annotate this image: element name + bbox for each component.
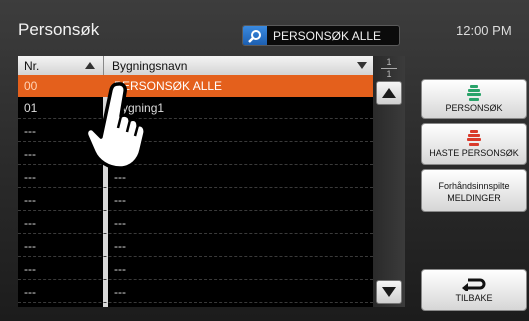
table-row[interactable]: --- --- — [18, 120, 373, 142]
sort-up-icon[interactable] — [85, 62, 95, 69]
row-name: --- — [114, 284, 126, 299]
search-label: PERSONSØK ALLE — [273, 28, 382, 43]
table-row[interactable]: --- --- — [18, 166, 373, 188]
row-nr: --- — [24, 192, 36, 207]
filter-down-icon[interactable] — [357, 62, 367, 69]
page-current: 1 — [386, 57, 392, 67]
row-name: --- — [114, 215, 126, 230]
row-nr: --- — [24, 284, 36, 299]
table-row[interactable]: --- --- — [18, 258, 373, 280]
paging-button[interactable]: PERSONSØK — [421, 79, 527, 119]
paging-screen: Personsøk PERSONSØK ALLE 12:00 PM Nr. By… — [0, 0, 529, 321]
hand-pointer-icon — [84, 80, 148, 177]
column-header-building[interactable]: Bygningsnavn — [103, 56, 373, 75]
speaker-icon — [467, 85, 481, 101]
search-all-field[interactable]: PERSONSØK ALLE — [242, 25, 400, 46]
table-row[interactable]: --- --- — [18, 212, 373, 234]
preset-messages-line1: Forhåndsinnspilte — [438, 180, 510, 191]
scroll-up-button[interactable] — [376, 81, 402, 105]
preset-messages-button[interactable]: Forhåndsinnspilte MELDINGER — [421, 169, 527, 212]
speaker-icon — [467, 130, 481, 146]
table-row[interactable]: --- --- — [18, 143, 373, 165]
search-icon — [243, 26, 267, 45]
page-indicator: 1 1 — [379, 58, 399, 79]
scroll-column: 1 1 — [373, 56, 405, 307]
scroll-down-icon — [382, 287, 396, 297]
row-nr: --- — [24, 215, 36, 230]
row-name: --- — [114, 261, 126, 276]
building-table: Nr. Bygningsnavn 00 PERSONSØK ALLE 01 By… — [18, 56, 373, 307]
row-nr: --- — [24, 238, 36, 253]
urgent-paging-button[interactable]: HASTE PERSONSØK — [421, 123, 527, 165]
row-name: --- — [114, 192, 126, 207]
clock: 12:00 PM — [456, 23, 512, 38]
table-row[interactable]: --- --- — [18, 235, 373, 257]
paging-button-label: PERSONSØK — [445, 103, 503, 113]
preset-messages-line2: MELDINGER — [447, 192, 501, 203]
back-button[interactable]: TILBAKE — [421, 269, 527, 311]
scroll-up-icon — [382, 88, 396, 98]
page-title: Personsøk — [18, 20, 100, 39]
table-row[interactable]: 01 Bygning1 — [18, 97, 373, 119]
table-row[interactable]: --- --- — [18, 281, 373, 303]
row-name: --- — [114, 238, 126, 253]
column-header-building-label: Bygningsnavn — [112, 58, 188, 73]
table-row[interactable]: 00 PERSONSØK ALLE — [18, 75, 373, 97]
table-row[interactable]: --- --- — [18, 189, 373, 211]
row-nr: --- — [24, 261, 36, 276]
scroll-down-button[interactable] — [376, 280, 402, 304]
column-header-nr[interactable]: Nr. — [18, 56, 103, 75]
table-header: Nr. Bygningsnavn — [18, 56, 373, 75]
page-total: 1 — [386, 69, 392, 79]
back-button-label: TILBAKE — [455, 293, 493, 303]
column-header-nr-label: Nr. — [24, 58, 40, 73]
back-arrow-icon — [462, 278, 486, 291]
urgent-paging-button-label: HASTE PERSONSØK — [429, 148, 519, 158]
